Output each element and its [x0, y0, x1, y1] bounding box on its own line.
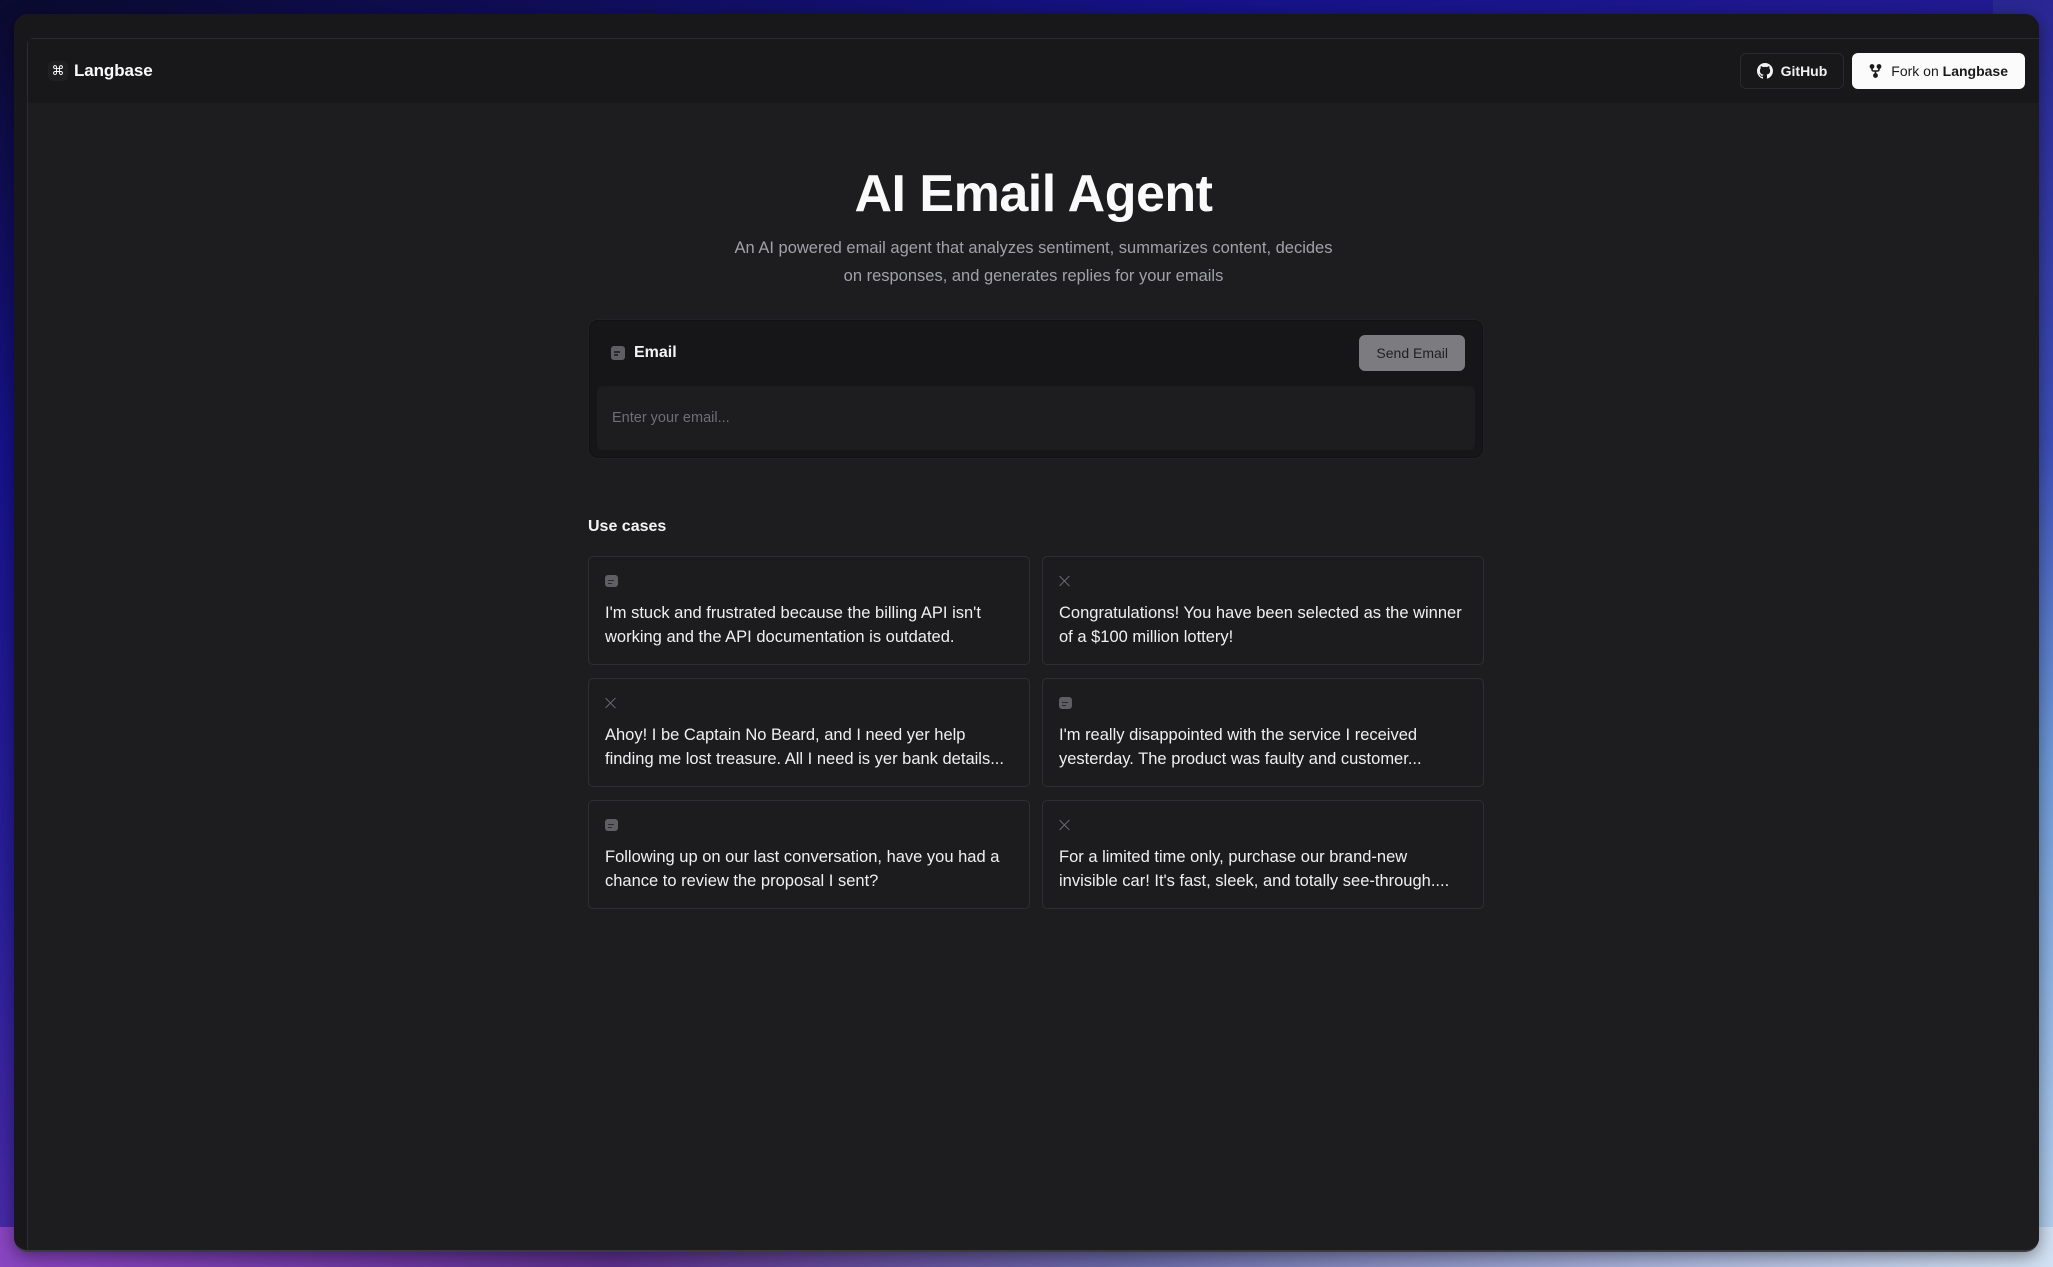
- page-subtitle: An AI powered email agent that analyzes …: [734, 239, 1333, 285]
- header-actions: GitHub Fork on Langbase: [1739, 53, 2025, 89]
- logo-link[interactable]: ⌘ Langbase: [48, 61, 153, 81]
- x-icon: [605, 697, 617, 709]
- use-case-text: Following up on our last conversation, h…: [605, 848, 1000, 890]
- use-case-text: Ahoy! I be Captain No Beard, and I need …: [605, 726, 1004, 768]
- send-email-button[interactable]: Send Email: [1359, 335, 1465, 371]
- fork-label-prefix: Fork on: [1891, 63, 1939, 79]
- use-case-card[interactable]: For a limited time only, purchase our br…: [1042, 800, 1484, 909]
- use-case-text: I'm really disappointed with the service…: [1059, 726, 1422, 768]
- use-case-text: Congratulations! You have been selected …: [1059, 604, 1462, 646]
- message-square-icon: [611, 346, 625, 360]
- page-frame: ⌘ Langbase GitHub Fork on Langbase AI Em…: [27, 38, 2039, 1250]
- email-form-header: Email Send Email: [589, 320, 1483, 386]
- use-case-card[interactable]: Following up on our last conversation, h…: [588, 800, 1030, 909]
- use-case-card[interactable]: Congratulations! You have been selected …: [1042, 556, 1484, 665]
- message-square-icon: [605, 574, 618, 587]
- brand-name: Langbase: [74, 61, 153, 80]
- github-button[interactable]: GitHub: [1739, 53, 1845, 89]
- email-label: Email: [611, 344, 677, 362]
- git-fork-icon: [1869, 64, 1882, 78]
- use-cases-grid: I'm stuck and frustrated because the bil…: [588, 556, 1485, 909]
- x-icon: [1059, 575, 1071, 587]
- fork-label: Fork on Langbase: [1891, 63, 2008, 79]
- app-window: ⌘ Langbase GitHub Fork on Langbase AI Em…: [14, 14, 2039, 1252]
- email-label-text: Email: [634, 344, 677, 361]
- use-case-text: For a limited time only, purchase our br…: [1059, 848, 1450, 890]
- use-case-card[interactable]: Ahoy! I be Captain No Beard, and I need …: [588, 678, 1030, 787]
- fork-label-brand: Langbase: [1942, 63, 2008, 79]
- hero: AI Email Agent An AI powered email agent…: [28, 164, 2039, 290]
- github-icon: [1756, 63, 1773, 79]
- email-form-card: Email Send Email: [588, 319, 1484, 459]
- x-icon: [1059, 819, 1071, 831]
- use-cases-heading: Use cases: [588, 518, 667, 535]
- message-square-icon: [605, 818, 618, 831]
- page-title: AI Email Agent: [854, 165, 1213, 223]
- use-case-text: I'm stuck and frustrated because the bil…: [605, 604, 981, 646]
- command-icon: ⌘: [48, 61, 68, 81]
- email-input[interactable]: [597, 386, 1475, 450]
- top-nav: ⌘ Langbase GitHub Fork on Langbase: [28, 39, 2039, 103]
- github-label: GitHub: [1780, 63, 1828, 79]
- use-case-card[interactable]: I'm really disappointed with the service…: [1042, 678, 1484, 787]
- fork-on-langbase-button[interactable]: Fork on Langbase: [1852, 53, 2025, 89]
- message-square-icon: [1059, 696, 1072, 709]
- use-case-card[interactable]: I'm stuck and frustrated because the bil…: [588, 556, 1030, 665]
